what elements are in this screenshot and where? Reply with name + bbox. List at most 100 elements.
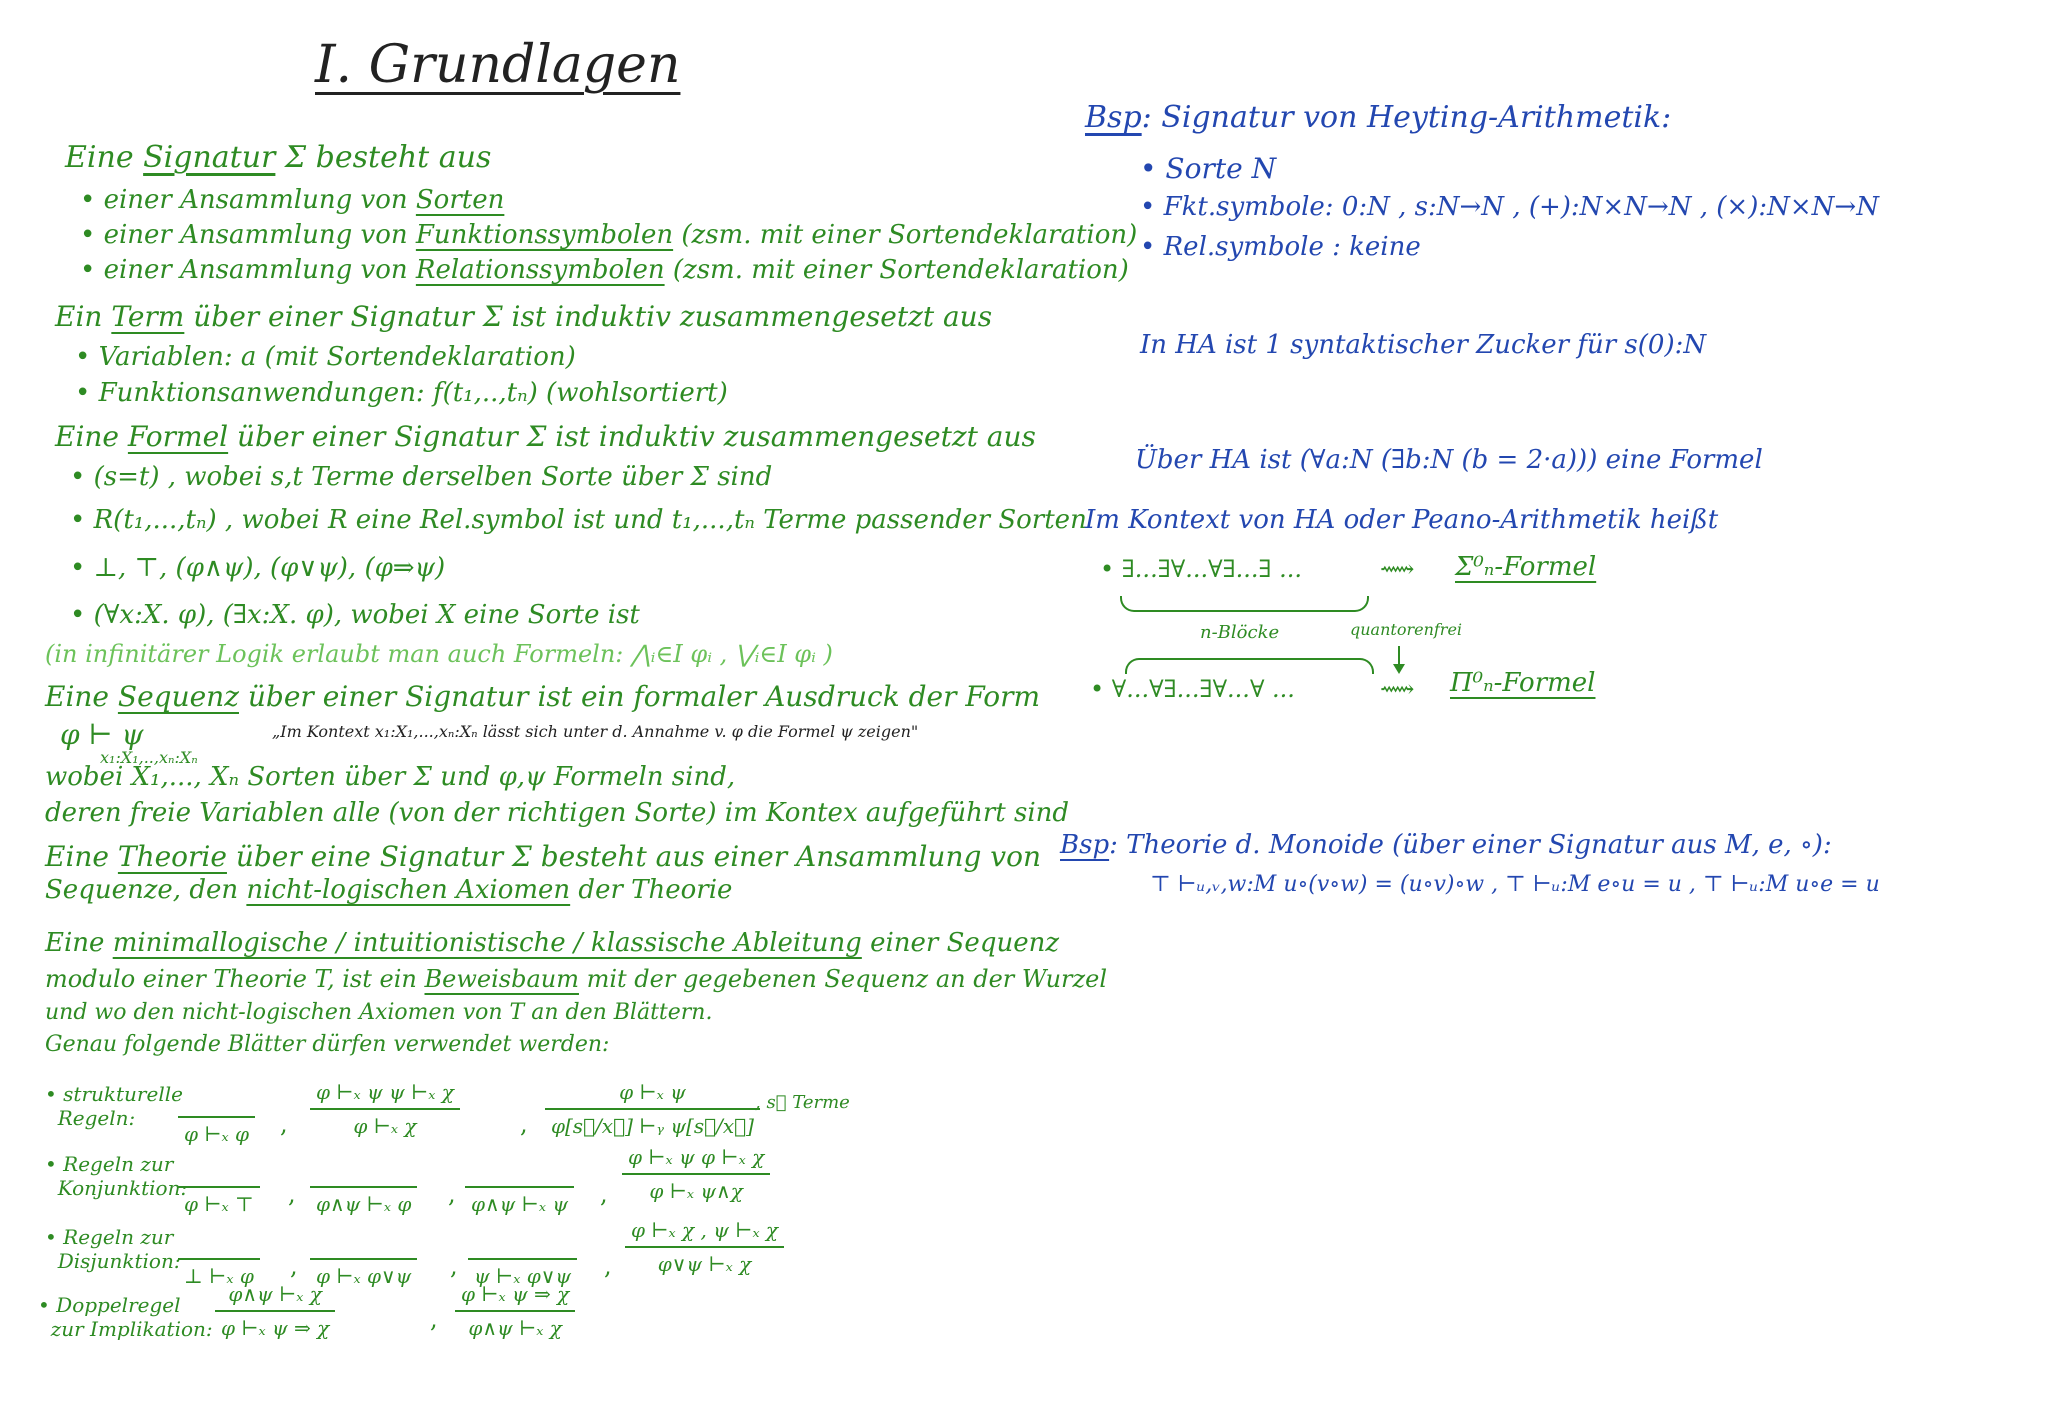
text: • Regeln zur Konjunktion: — [45, 1152, 188, 1200]
signatur-definition: Eine Signatur Σ besteht aus — [65, 140, 491, 175]
separator: , — [448, 1180, 456, 1208]
sigma-prefix: • ∃...∃∀...∀∃...∃ ... — [1100, 555, 1303, 583]
theorie-line-2: Sequenze, den nicht-logischen Axiomen de… — [45, 875, 732, 905]
n-bloecke-brace — [1120, 596, 1369, 612]
theorie-definition: Eine Theorie über eine Signatur Σ besteh… — [45, 840, 1041, 873]
text: : Theorie d. Monoide (über einer Signatu… — [1109, 830, 1832, 860]
sequenz-where-1: wobei X₁,..., Xₙ Sorten über Σ und φ,ψ F… — [45, 762, 736, 792]
separator: , — [450, 1252, 458, 1280]
text: • einer Ansammlung von — [80, 255, 416, 285]
rule-conclusion: φ∧ψ ⊢ₓ χ — [468, 1316, 562, 1340]
text: über einer Signatur ist ein formaler Aus… — [238, 680, 1041, 713]
text: φ ⊢ ψ — [60, 718, 144, 751]
text: • Regeln zur Disjunktion: — [45, 1225, 181, 1273]
heyting-rel-symbole: • Rel.symbole : keine — [1140, 232, 1421, 262]
sequenz-where-2: deren freie Variablen alle (von der rich… — [45, 798, 1070, 828]
rule-premise — [178, 1090, 256, 1118]
signatur-item-sorten: • einer Ansammlung von Sorten — [80, 185, 504, 215]
bsp-label: Bsp — [1060, 830, 1110, 860]
rules-conjunction-label: • Regeln zur Konjunktion: — [45, 1152, 187, 1200]
term-theorie: Theorie — [117, 840, 227, 873]
rule-conclusion: φ ⊢ₓ ⊤ — [184, 1192, 254, 1216]
rule-premise: φ ⊢ₓ ψ ⇒ χ — [455, 1282, 576, 1312]
term-nicht-logische-axiome: nicht-logischen Axiomen — [246, 875, 571, 905]
formel-item-connectives: • ⊥, ⊤, (φ∧ψ), (φ∨ψ), (φ⇒ψ) — [70, 553, 446, 583]
text: (zsm. mit einer Sortendeklaration) — [664, 255, 1129, 285]
separator: , — [430, 1305, 438, 1333]
rule-premise: φ∧ψ ⊢ₓ χ — [215, 1282, 336, 1312]
pi-brace — [1125, 658, 1374, 674]
rule-premise — [310, 1232, 418, 1260]
pi-prefix: • ∀...∀∃...∃∀...∀ ... — [1090, 675, 1295, 703]
text: : Signatur von Heyting-Arithmetik: — [1141, 100, 1672, 135]
pi-arrow: ⟿ — [1380, 675, 1415, 703]
text: Eine — [45, 680, 118, 713]
ha-formel-example: Über HA ist (∀a:N (∃b:N (b = 2·a))) eine… — [1135, 445, 1763, 475]
text: Eine — [55, 420, 128, 453]
rule-premise — [178, 1160, 260, 1188]
sequenz-reading: „Im Kontext x₁:X₁,...,xₙ:Xₙ lässt sich u… — [272, 722, 919, 741]
rule-premise: φ ⊢ₓ ψ φ ⊢ₓ χ — [622, 1145, 771, 1175]
term-item-funktionsanwendungen: • Funktionsanwendungen: f(t₁,..,tₙ) (woh… — [75, 378, 728, 408]
text: • einer Ansammlung von — [80, 185, 416, 215]
rule-conclusion: φ ⊢ₓ φ — [184, 1122, 250, 1146]
pi-formel-name: Π⁰ₙ-Formel — [1450, 668, 1596, 698]
formel-item-relation: • R(t₁,...,tₙ) , wobei R eine Rel.symbol… — [70, 505, 1087, 535]
page-title: I. Grundlagen — [315, 35, 681, 95]
text: Eine — [65, 140, 144, 175]
ha-syntactic-sugar: In HA ist 1 syntaktischer Zucker für s(0… — [1140, 330, 1707, 360]
rule-conclusion: φ∧ψ ⊢ₓ φ — [316, 1192, 412, 1216]
quantorenfrei-label: quantorenfrei — [1350, 620, 1463, 639]
term-term: Term — [111, 300, 185, 333]
ableitung-line-4: Genau folgende Blätter dürfen verwendet … — [45, 1032, 610, 1057]
signatur-item-funktionssymbole: • einer Ansammlung von Funktionssymbolen… — [80, 220, 1137, 250]
text: • strukturelle Regeln: — [45, 1082, 183, 1130]
text: • Doppelregel zur Implikation: — [38, 1293, 213, 1341]
rule-premise — [465, 1160, 575, 1188]
rule-substitution: φ ⊢ₓ ψ φ[s⃗/x⃗] ⊢ᵧ ψ[s⃗/x⃗] — [545, 1080, 760, 1138]
rule-cut: φ ⊢ₓ ψ ψ ⊢ₓ χ φ ⊢ₓ χ — [310, 1080, 460, 1138]
rule-conclusion: φ ⊢ₓ ψ∧χ — [649, 1179, 743, 1203]
text: modulo einer Theorie T, ist ein — [45, 965, 425, 993]
rule-conj-elim-right: φ∧ψ ⊢ₓ ψ — [465, 1160, 575, 1216]
term-definition: Ein Term über einer Signatur Σ ist induk… — [55, 300, 992, 333]
rule-premise: φ ⊢ₓ ψ — [545, 1080, 760, 1110]
rule-disj-intro-left: φ ⊢ₓ φ∨ψ — [310, 1232, 418, 1288]
ableitung-line-3: und wo den nicht-logischen Axiomen von T… — [45, 1000, 713, 1025]
text: Ein — [55, 300, 112, 333]
bsp-label: Bsp — [1085, 100, 1142, 135]
rule-disj-elim: φ ⊢ₓ χ , ψ ⊢ₓ χ φ∨ψ ⊢ₓ χ — [625, 1218, 785, 1276]
rules-structural-label: • strukturelle Regeln: — [45, 1082, 183, 1130]
rule-bottom: ⊥ ⊢ₓ φ — [178, 1232, 260, 1288]
text: der Theorie — [570, 875, 733, 905]
separator: , — [520, 1110, 528, 1138]
term-funktionssymbole: Funktionssymbolen — [415, 220, 674, 250]
term-beweisbaum: Beweisbaum — [424, 965, 579, 993]
sequenz-definition: Eine Sequenz über einer Signatur ist ein… — [45, 680, 1040, 713]
heyting-sorte: • Sorte N — [1140, 152, 1277, 185]
rule-identity: φ ⊢ₓ φ — [178, 1090, 256, 1146]
rules-implication-label: • Doppelregel zur Implikation: — [38, 1293, 213, 1341]
rule-conclusion: φ ⊢ₓ ψ ⇒ χ — [221, 1316, 330, 1340]
heyting-fkt-symbole: • Fkt.symbole: 0:N , s:N→N , (+):N×N→N ,… — [1140, 192, 1879, 222]
ableitung-line-1: Eine minimallogische / intuitionistische… — [45, 928, 1059, 958]
term-formel: Formel — [127, 420, 229, 453]
bsp-heyting-heading: Bsp: Signatur von Heyting-Arithmetik: — [1085, 100, 1671, 135]
ableitung-line-2: modulo einer Theorie T, ist ein Beweisba… — [45, 965, 1107, 993]
rule-disj-intro-right: ψ ⊢ₓ φ∨ψ — [468, 1232, 578, 1288]
rule-premise: φ ⊢ₓ ψ ψ ⊢ₓ χ — [310, 1080, 460, 1110]
formel-definition: Eine Formel über einer Signatur Σ ist in… — [55, 420, 1036, 453]
text: einer Sequenz — [861, 928, 1060, 958]
kontext-line: Im Kontext von HA oder Peano-Arithmetik … — [1085, 505, 1719, 535]
rule-conclusion: φ ⊢ₓ χ — [353, 1114, 417, 1138]
rule-conclusion: φ∧ψ ⊢ₓ ψ — [471, 1192, 569, 1216]
term-relationssymbole: Relationssymbolen — [415, 255, 665, 285]
term-sorten: Sorten — [415, 185, 505, 215]
rule-top: φ ⊢ₓ ⊤ — [178, 1160, 260, 1216]
separator: , — [600, 1180, 608, 1208]
text: über einer Signatur Σ ist induktiv zusam… — [228, 420, 1036, 453]
rule-premise — [178, 1232, 260, 1260]
rule-premise: φ ⊢ₓ χ , ψ ⊢ₓ χ — [625, 1218, 785, 1248]
rule-impl-intro: φ∧ψ ⊢ₓ χ φ ⊢ₓ ψ ⇒ χ — [215, 1282, 336, 1340]
sigma-formel-name: Σ⁰ₙ-Formel — [1455, 552, 1597, 582]
